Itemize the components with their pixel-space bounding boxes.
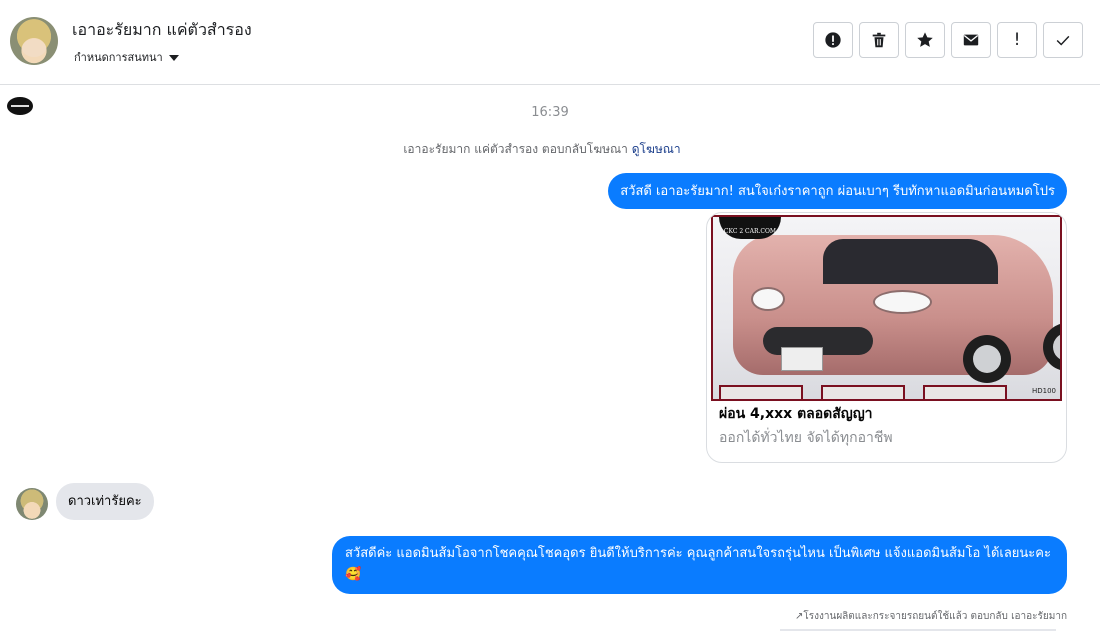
wheel-shape	[1043, 323, 1060, 371]
ad-card-title: ผ่อน 4,xxx ตลอดสัญญา	[719, 406, 873, 422]
reply-attribution: ↗โรงงานผลิตและกระจายรถยนต์ใช้แล้ว ตอบกลั…	[794, 611, 1067, 622]
action-toolbar: !	[813, 22, 1083, 58]
image-code-label: HD100	[1031, 387, 1056, 395]
outgoing-message[interactable]: สวัสดีค่ะ แอดมินส้มโอจากโชคคุณโชคอุดร ยิ…	[332, 536, 1067, 594]
view-ad-link[interactable]: ดูโฆษณา	[632, 142, 681, 156]
mark-done-button[interactable]	[1043, 22, 1083, 58]
mark-unread-button[interactable]	[951, 22, 991, 58]
envelope-icon	[963, 34, 979, 46]
delete-button[interactable]	[859, 22, 899, 58]
conversation-header: เอาอะรัยมาก แค่ตัวสำรอง กำหนดการสนทนา !	[0, 0, 1100, 85]
ad-card-subtitle: ออกได้ทั่วไทย จัดได้ทุกอาชีพ	[719, 430, 893, 446]
ad-card[interactable]: CKC 2 CAR.COM HD100 ผ่อน 4,xxx ตลอดสัญญา…	[706, 212, 1067, 463]
incoming-message[interactable]: ดาวเท่ารัยคะ	[56, 483, 154, 520]
car-body-shape	[733, 235, 1060, 383]
trash-icon	[872, 32, 886, 48]
conversation-settings-dropdown[interactable]: กำหนดการสนทนา	[74, 48, 179, 66]
exclamation-icon: !	[1013, 30, 1021, 50]
contact-name[interactable]: เอาอะรัยมาก แค่ตัวสำรอง	[72, 18, 252, 43]
headlight-shape	[873, 290, 932, 314]
headlight-shape	[751, 287, 785, 311]
star-button[interactable]	[905, 22, 945, 58]
star-icon	[917, 32, 933, 47]
message-timestamp: 16:39	[531, 105, 569, 120]
checkmark-icon	[1056, 35, 1070, 46]
thumbnail-strip	[719, 385, 1007, 399]
car-windshield-shape	[823, 239, 998, 284]
customer-avatar[interactable]	[16, 488, 48, 520]
conversation-settings-label: กำหนดการสนทนา	[74, 51, 163, 64]
caret-down-icon	[168, 55, 179, 61]
ad-reply-note: เอาอะรัยมาก แค่ตัวสำรอง ตอบกลับโฆษณา ดูโ…	[0, 140, 1084, 159]
alert-circle-icon	[825, 32, 841, 48]
follow-up-button[interactable]: !	[997, 22, 1037, 58]
license-plate-shape	[781, 347, 823, 371]
ad-car-image: CKC 2 CAR.COM HD100	[711, 215, 1062, 401]
mark-spam-button[interactable]	[813, 22, 853, 58]
ad-reply-text: เอาอะรัยมาก แค่ตัวสำรอง ตอบกลับโฆษณา	[403, 142, 628, 156]
outgoing-message[interactable]: สวัสดี เอาอะรัยมาก! สนใจเก๋งราคาถูก ผ่อน…	[608, 173, 1067, 209]
contact-avatar[interactable]	[10, 17, 58, 65]
wheel-shape	[963, 335, 1011, 383]
